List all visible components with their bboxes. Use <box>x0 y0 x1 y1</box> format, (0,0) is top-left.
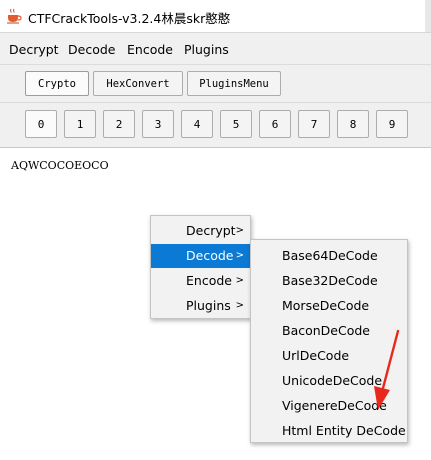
context-item-encode[interactable]: Encode > <box>151 269 250 293</box>
submenu-item-label: Base32DeCode <box>282 273 378 288</box>
red-arrow-icon <box>374 329 400 410</box>
context-item-label: Plugins <box>186 298 231 313</box>
submenu-item-label: Html Entity DeCode <box>282 423 406 438</box>
submenu-arrow-icon: > <box>235 250 244 261</box>
window-edge <box>425 0 431 32</box>
menu-decrypt[interactable]: Decrypt <box>9 42 59 57</box>
submenu-item-label: UrlDeCode <box>282 348 350 363</box>
tab-hexconvert[interactable]: HexConvert <box>93 71 183 96</box>
tab-crypto[interactable]: Crypto <box>25 71 89 96</box>
submenu-arrow-icon: > <box>235 300 244 311</box>
context-item-plugins[interactable]: Plugins > <box>151 294 250 318</box>
tab-pluginsmenu[interactable]: PluginsMenu <box>187 71 281 96</box>
number-tab-8[interactable]: 8 <box>337 110 369 138</box>
editor-content: AQWCOCOEOCO <box>11 159 109 172</box>
submenu-item-morsedecode[interactable]: MorseDeCode <box>251 293 407 318</box>
context-item-decode[interactable]: Decode > <box>151 244 250 268</box>
menu-bar: Decrypt Decode Encode Plugins <box>0 33 431 63</box>
number-tab-1[interactable]: 1 <box>64 110 96 138</box>
number-tab-9[interactable]: 9 <box>376 110 408 138</box>
submenu-arrow-icon: > <box>235 225 244 236</box>
menu-plugins[interactable]: Plugins <box>184 42 229 57</box>
submenu-arrow-icon: > <box>235 275 244 286</box>
menu-decode[interactable]: Decode <box>68 42 115 57</box>
number-tab-0[interactable]: 0 <box>25 110 57 138</box>
menu-encode[interactable]: Encode <box>127 42 173 57</box>
submenu-item-htmlentitydecode[interactable]: Html Entity DeCode <box>251 418 407 443</box>
submenu-item-label: UnicodeDeCode <box>282 373 383 388</box>
number-tab-2[interactable]: 2 <box>103 110 135 138</box>
context-item-label: Encode <box>186 273 232 288</box>
context-item-decrypt[interactable]: Decrypt > <box>151 219 250 243</box>
window-title: CTFCrackTools-v3.2.4林晨skr憨憨 <box>28 11 231 26</box>
number-tab-7[interactable]: 7 <box>298 110 330 138</box>
submenu-item-label: BaconDeCode <box>282 323 370 338</box>
submenu-item-label: MorseDeCode <box>282 298 370 313</box>
context-item-label: Decrypt <box>186 223 236 238</box>
mode-tab-bar: Crypto HexConvert PluginsMenu <box>0 64 431 103</box>
coffee-cup-icon <box>6 8 22 24</box>
submenu-item-label: Base64DeCode <box>282 248 378 263</box>
context-menu: Decrypt > Decode > Encode > Plugins > <box>150 215 251 319</box>
context-item-label: Decode <box>186 248 234 263</box>
number-tab-bar: 0 1 2 3 4 5 6 7 8 9 <box>0 102 431 147</box>
number-tab-4[interactable]: 4 <box>181 110 213 138</box>
number-tab-5[interactable]: 5 <box>220 110 252 138</box>
number-tab-6[interactable]: 6 <box>259 110 291 138</box>
title-bar: CTFCrackTools-v3.2.4林晨skr憨憨 <box>0 0 431 33</box>
submenu-item-base64decode[interactable]: Base64DeCode <box>251 243 407 268</box>
number-tab-3[interactable]: 3 <box>142 110 174 138</box>
submenu-item-base32decode[interactable]: Base32DeCode <box>251 268 407 293</box>
